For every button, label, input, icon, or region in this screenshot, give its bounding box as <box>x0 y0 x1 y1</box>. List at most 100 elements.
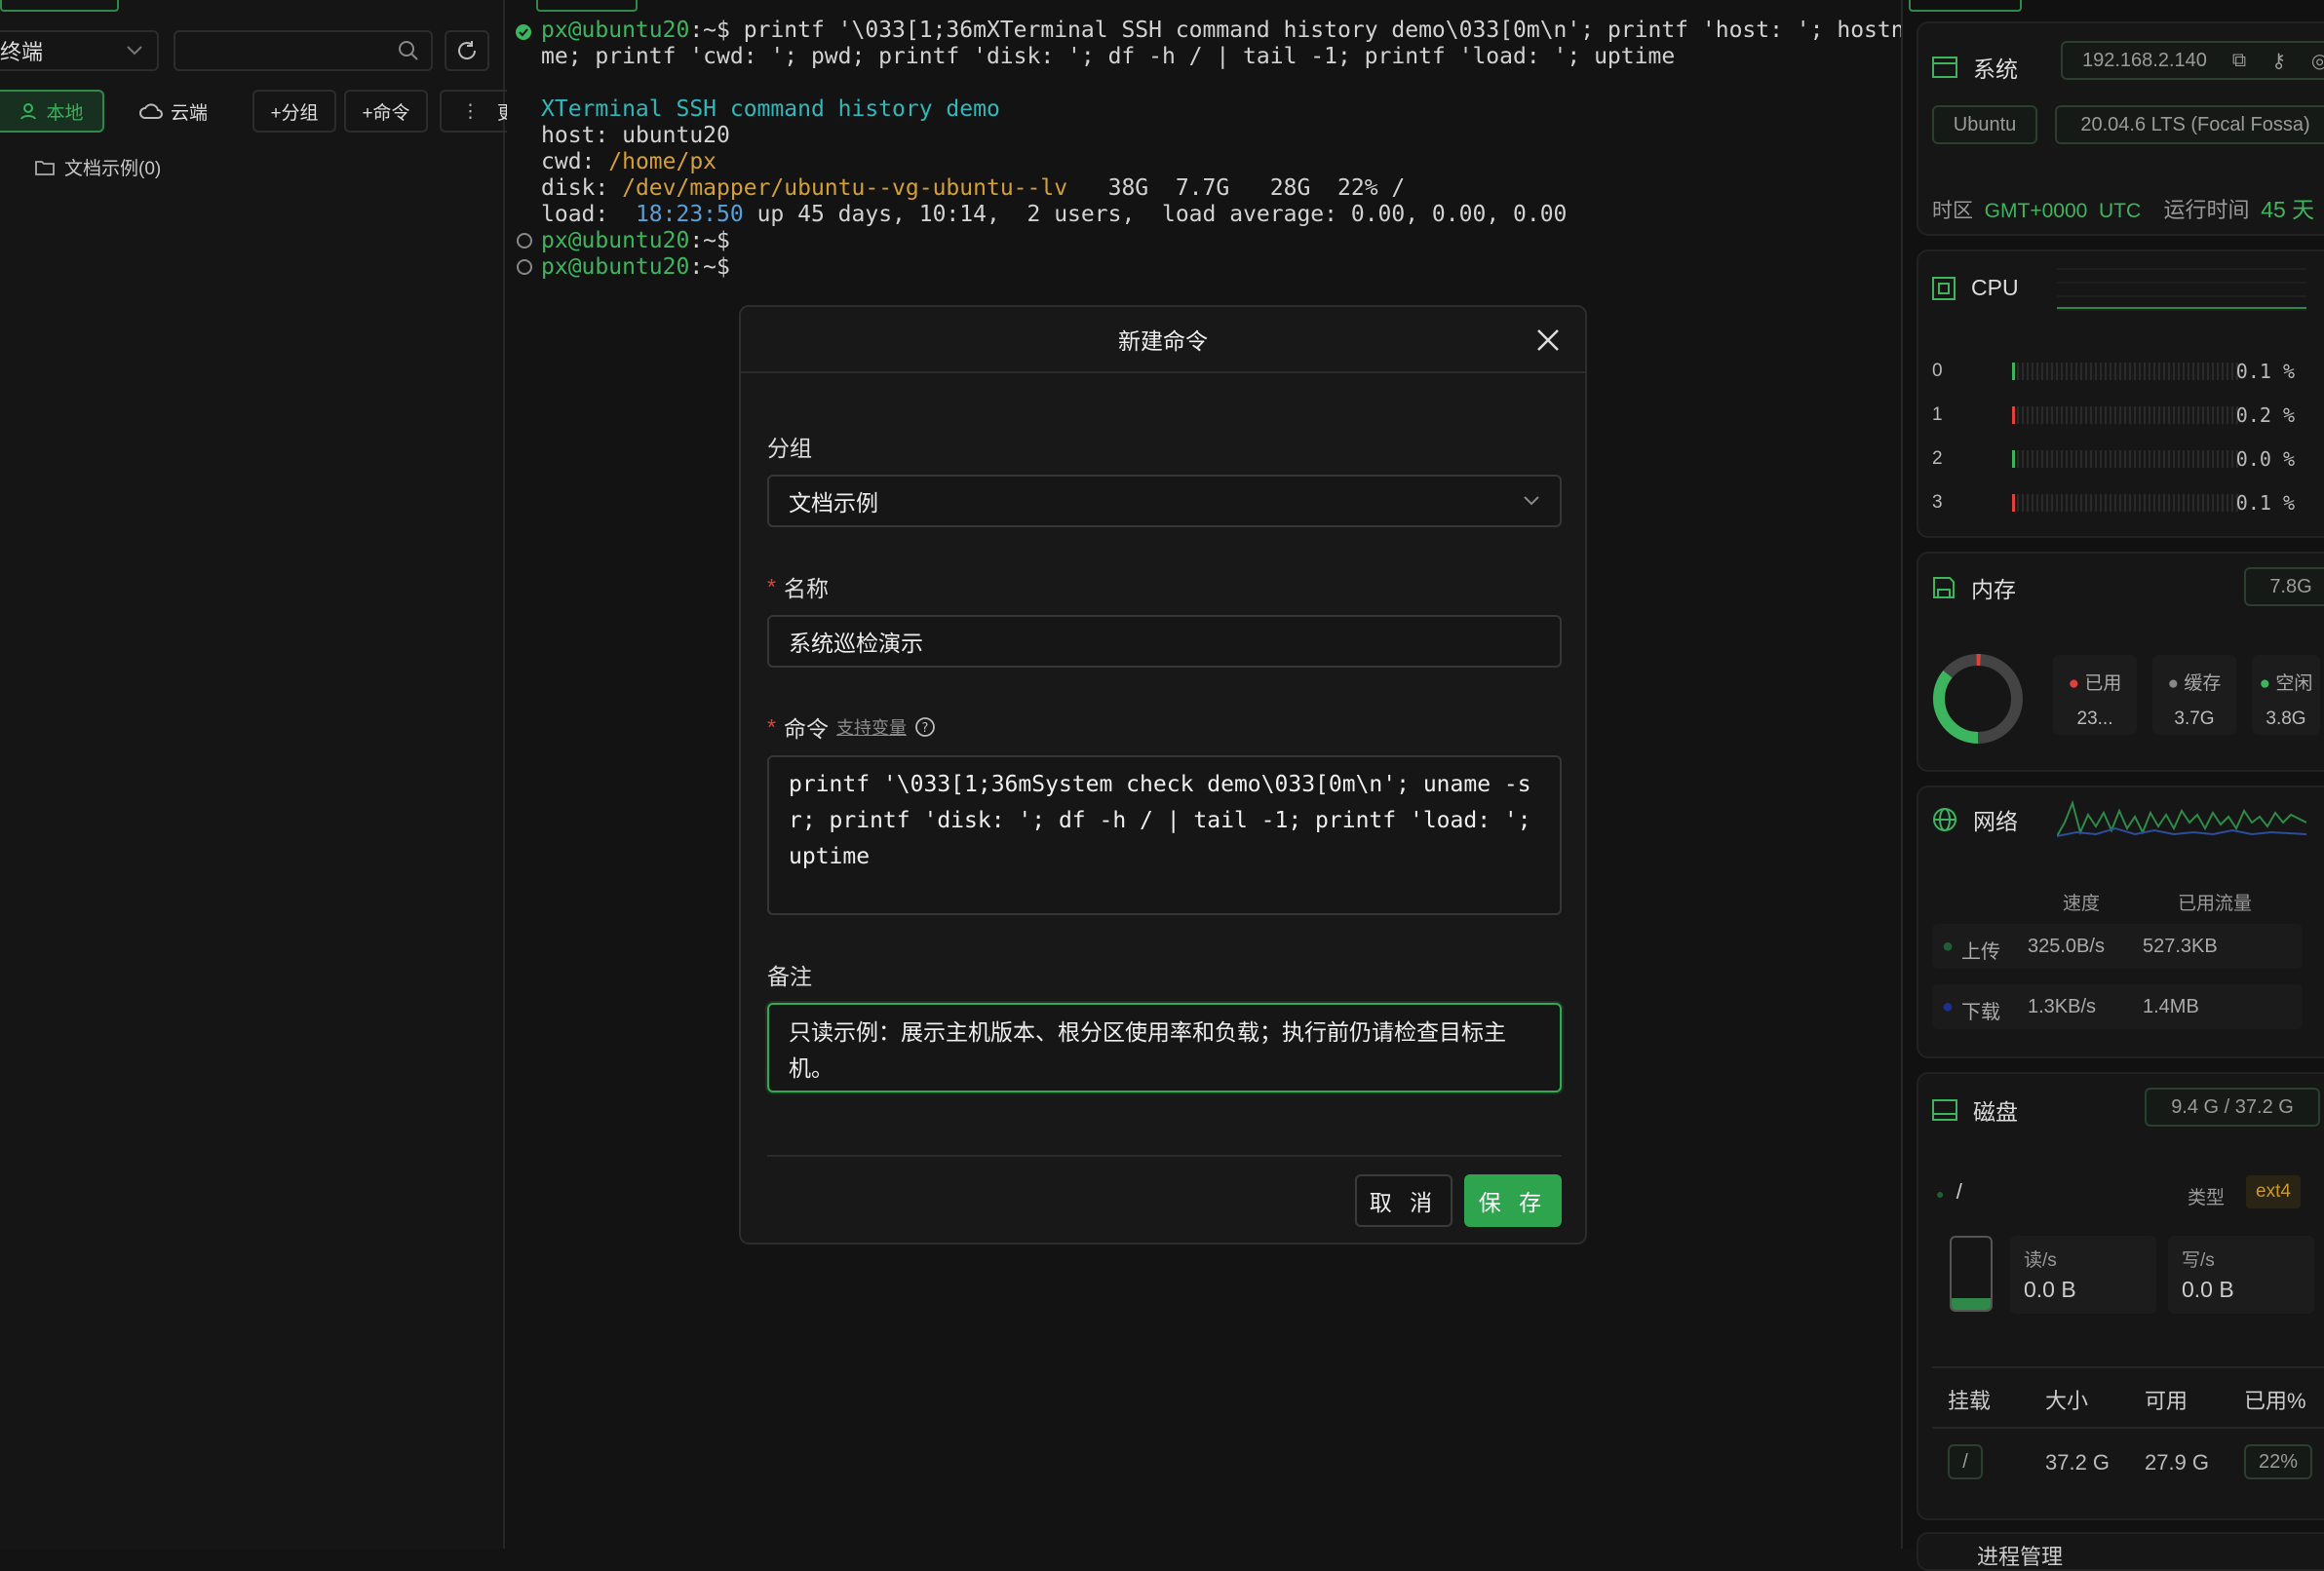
cpu-core-id: 1 <box>1932 404 1943 425</box>
disk-row-avail: 27.9 G <box>2145 1450 2210 1475</box>
harddisk-icon <box>1932 1099 1957 1121</box>
ip-address: 192.168.2.140 <box>2082 49 2207 71</box>
save-button[interactable]: 保 存 <box>1464 1174 1562 1227</box>
cpu-card: CPU 0 0.1 % 1 0.2 % 2 0.0 % 3 0.1 % <box>1917 249 2324 538</box>
cloud-button[interactable]: 云端 <box>119 90 228 133</box>
traffic-header: 已用流量 <box>2178 894 2253 914</box>
memory-header: 内存 <box>1932 571 2016 604</box>
memory-donut <box>1933 654 2023 744</box>
search-icon[interactable] <box>398 40 419 61</box>
cpu-core-pct: 0.0 % <box>2235 447 2295 471</box>
top-tab-stub[interactable] <box>0 0 119 12</box>
group-label: 分组 <box>767 436 812 461</box>
sidebar: 终端 本地 云端 +分组 +命令 ⋮ 更 文档示例(0) <box>0 0 516 1549</box>
note-textarea[interactable]: 只读示例：展示主机版本、根分区使用率和负载；执行前仍请检查目标主机。 <box>767 1003 1562 1092</box>
disk-write-box: 写/s 0.0 B <box>2168 1236 2314 1314</box>
cpu-core-bar <box>2012 363 2238 380</box>
disk-col-size: 大小 <box>2045 1389 2089 1413</box>
cpu-core-pct: 0.1 % <box>2235 491 2295 515</box>
add-command-button[interactable]: +命令 <box>344 90 428 133</box>
cpu-header: CPU <box>1932 275 2019 301</box>
copy-icon[interactable]: ⧉ <box>2232 50 2246 72</box>
cpu-core-bar-fill <box>2012 450 2015 468</box>
disk-type-label: 类型 <box>2188 1188 2226 1208</box>
cpu-sparkline <box>2057 268 2306 311</box>
more-icon: ⋮ <box>461 100 480 122</box>
terminal-line-prompt1: px@ubuntu20:~$ <box>541 228 730 253</box>
cpu-core-bar-fill <box>2012 494 2015 512</box>
network-sparkline <box>2057 799 2306 837</box>
tree-item-group[interactable]: 文档示例(0) <box>35 154 161 180</box>
save-disk-icon <box>1933 577 1955 598</box>
settings-icon[interactable]: ◎ <box>2311 49 2324 73</box>
terminal-line-load: load: 18:23:50 up 45 days, 10:14, 2 user… <box>541 202 1568 227</box>
name-label: * 名称 <box>767 573 829 602</box>
key-icon[interactable]: ⚷ <box>2271 49 2286 73</box>
version-pill: 20.04.6 LTS (Focal Fossa) <box>2055 105 2324 144</box>
cpu-core-bar-fill <box>2012 363 2015 380</box>
ip-pill[interactable]: 192.168.2.140 ⧉ ⚷ ◎ <box>2061 41 2324 80</box>
success-check-icon <box>516 24 531 40</box>
terminal-tab-stub[interactable] <box>536 0 638 12</box>
variables-link[interactable]: 支持变量 <box>836 714 907 740</box>
refresh-icon <box>458 41 477 59</box>
monitor-panel: 系统 192.168.2.140 ⧉ ⚷ ◎ Ubuntu 20.04.6 LTS … <box>1901 0 2324 1571</box>
os-pill: Ubuntu <box>1932 105 2037 144</box>
cpu-core-pct: 0.1 % <box>2235 360 2295 383</box>
cpu-icon <box>1932 276 1956 300</box>
network-header: 网络 <box>1932 803 2018 836</box>
terminal-select-label: 终端 <box>0 40 44 64</box>
cpu-core-bar <box>2012 494 2238 512</box>
upload-row: ● 上传 325.0B/s 527.3KB <box>1932 924 2303 969</box>
close-icon[interactable] <box>1534 326 1562 354</box>
system-card: 系统 192.168.2.140 ⧉ ⚷ ◎ Ubuntu 20.04.6 LTS … <box>1917 21 2324 236</box>
search-input[interactable] <box>174 30 433 71</box>
add-group-button[interactable]: +分组 <box>252 90 336 133</box>
window-icon <box>1932 57 1957 78</box>
process-card: 进程管理 <box>1917 1532 2324 1571</box>
speed-header: 速度 <box>2063 894 2101 914</box>
prompt-marker-icon <box>517 259 532 275</box>
terminal-line-prompt2: px@ubuntu20:~$ <box>541 254 730 280</box>
terminal-line-host: host: ubuntu20 <box>541 123 730 148</box>
user-icon <box>20 103 37 120</box>
group-select[interactable]: 文档示例 <box>767 475 1562 527</box>
command-label: * 命令 支持变量 ? <box>767 710 936 744</box>
disk-col-avail: 可用 <box>2145 1389 2188 1413</box>
command-textarea[interactable]: printf '\033[1;36mSystem check demo\033[… <box>767 755 1562 915</box>
disk-mount: ● / <box>1936 1179 1962 1204</box>
cpu-core-row: 1 0.2 % <box>1932 403 2318 427</box>
disk-col-mount: 挂载 <box>1948 1389 1992 1413</box>
new-command-dialog: 新建命令 分组 文档示例 * 名称 系统巡检演示 * 命令 支持变量 ? print… <box>739 305 1587 1245</box>
name-input[interactable]: 系统巡检演示 <box>767 615 1562 668</box>
chevron-down-icon <box>1524 496 1539 506</box>
terminal-line-cwd: cwd: /home/px <box>541 149 717 174</box>
disk-type-badge: ext4 <box>2246 1175 2301 1208</box>
memory-total-pill: 7.8G <box>2244 567 2324 606</box>
refresh-button[interactable] <box>445 30 489 71</box>
cpu-core-bar-fill <box>2012 406 2015 424</box>
terminal-line-cmd1: px@ubuntu20:~$ printf '\033[1;36mXTermin… <box>541 18 1918 43</box>
disk-read-box: 读/s 0.0 B <box>2010 1236 2156 1314</box>
note-label: 备注 <box>767 964 812 989</box>
disk-row-size: 37.2 G <box>2045 1450 2111 1475</box>
download-row: ● 下载 1.3KB/s 1.4MB <box>1932 984 2303 1029</box>
cloud-button-label: 云端 <box>170 102 208 124</box>
group-select-value: 文档示例 <box>789 490 878 516</box>
cpu-core-bar <box>2012 450 2238 468</box>
panel-tab-stub[interactable] <box>1909 0 2022 12</box>
terminal-select[interactable]: 终端 <box>0 30 159 71</box>
disk-level-gauge <box>1950 1236 1993 1312</box>
help-icon[interactable]: ? <box>914 716 936 738</box>
local-button[interactable]: 本地 <box>0 90 104 133</box>
memory-free-chip: ● 空闲 3.8G <box>2252 655 2320 735</box>
local-button-label: 本地 <box>46 102 84 124</box>
disk-usage-pill: 9.4 G / 37.2 G <box>2145 1088 2320 1127</box>
disk-card: 磁盘 9.4 G / 37.2 G ● / 类型 ext4 读/s 0.0 B … <box>1917 1072 2324 1520</box>
cpu-core-pct: 0.2 % <box>2235 403 2295 427</box>
cpu-core-bar <box>2012 406 2238 424</box>
tree-item-label: 文档示例(0) <box>64 159 162 179</box>
disk-col-used: 已用% <box>2244 1389 2306 1413</box>
cancel-button[interactable]: 取 消 <box>1355 1174 1452 1227</box>
more-button[interactable]: ⋮ 更 <box>440 90 516 133</box>
